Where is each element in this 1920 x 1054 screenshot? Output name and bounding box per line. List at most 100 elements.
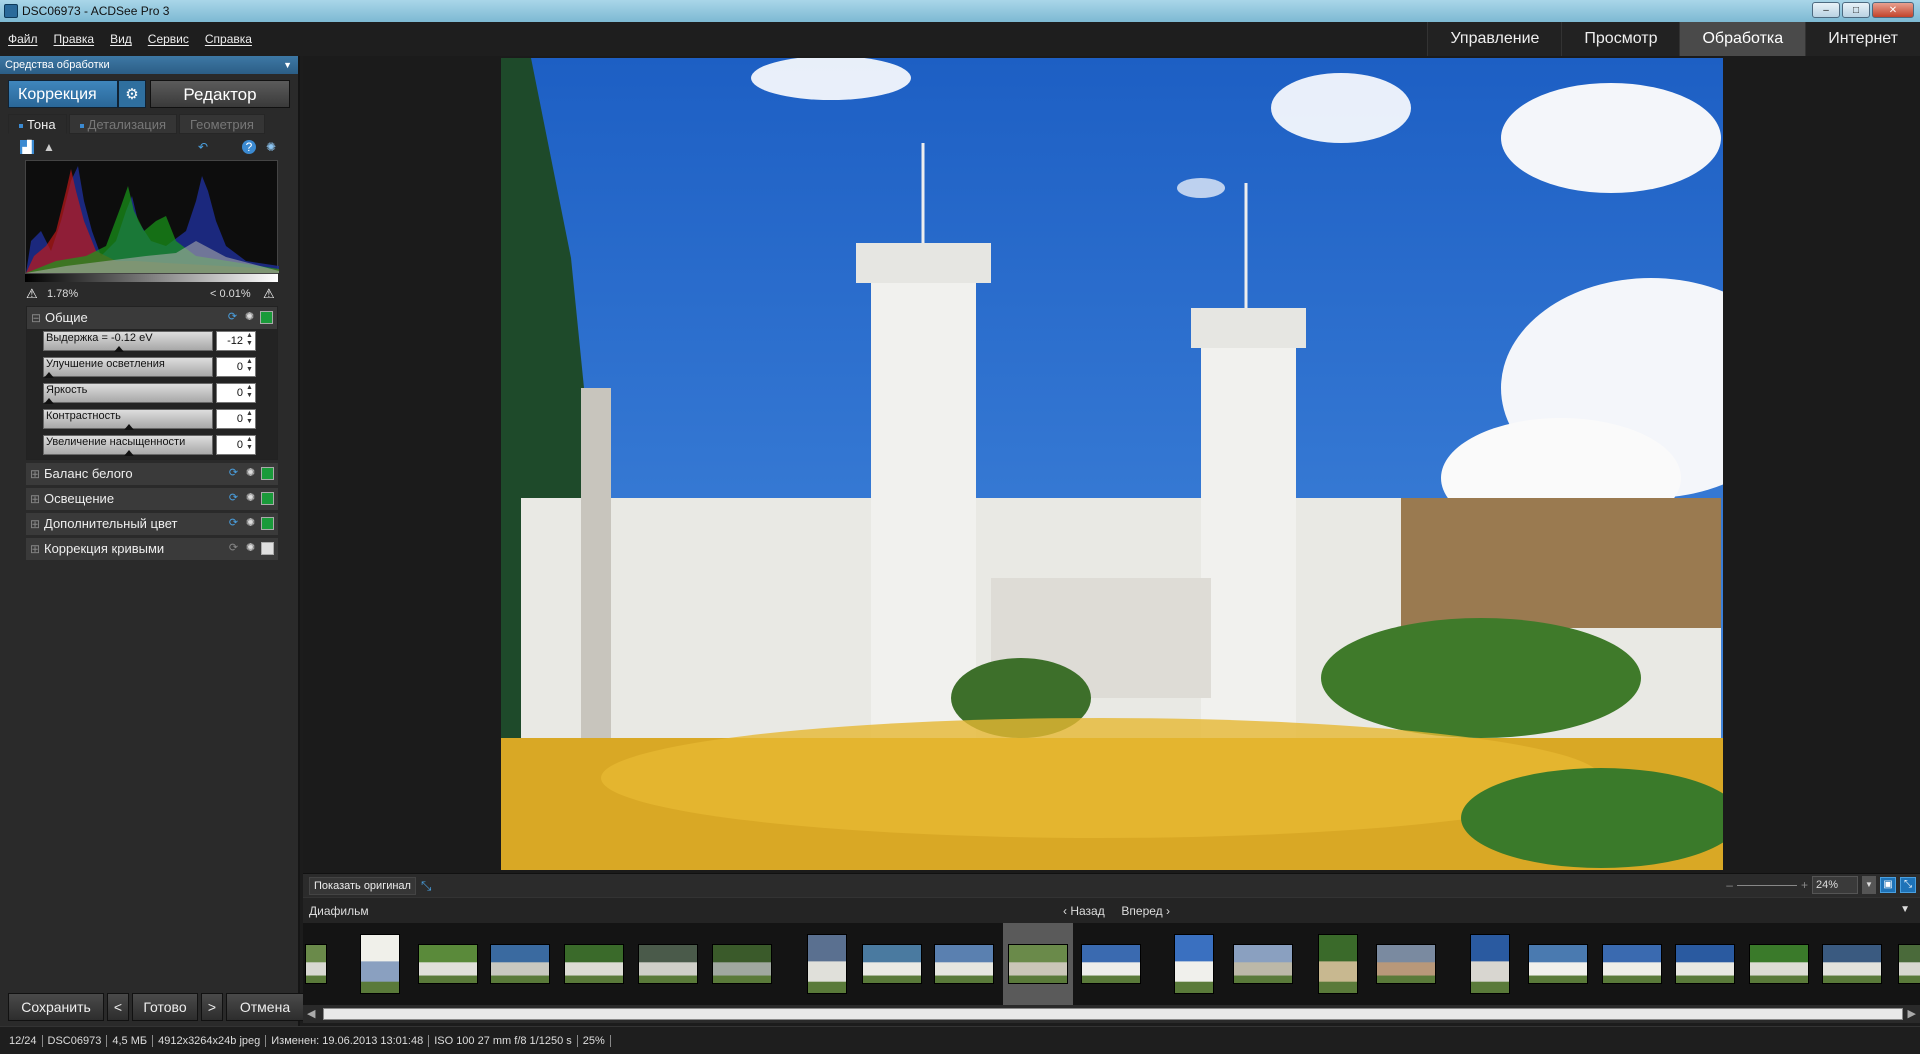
gear-icon[interactable]: ✺: [244, 467, 257, 480]
enable-checkbox[interactable]: [261, 467, 274, 480]
chevron-down-icon[interactable]: ▼: [1900, 904, 1910, 915]
group-header[interactable]: ⊞ Коррекция кривыми ⟳ ✺: [26, 538, 278, 560]
fit-window-icon[interactable]: ⤡: [1900, 877, 1916, 893]
menu-help[interactable]: Справка: [205, 32, 252, 46]
slider-track[interactable]: Улучшение осветления: [43, 357, 213, 378]
tab-detail[interactable]: Детализация: [68, 114, 178, 134]
close-button[interactable]: ✕: [1872, 2, 1914, 18]
filmstrip-thumbnail[interactable]: [1597, 923, 1667, 1005]
filmstrip-thumbnail[interactable]: [1455, 923, 1525, 1005]
zoom-input[interactable]: 24%: [1812, 876, 1858, 894]
group-header[interactable]: ⊞ Дополнительный цвет ⟳ ✺: [26, 513, 278, 535]
next-button[interactable]: >: [201, 993, 223, 1021]
slider-thumb[interactable]: [114, 346, 125, 352]
filmstrip-thumbnail[interactable]: [1371, 923, 1441, 1005]
filmstrip-thumbnail[interactable]: [303, 923, 329, 1005]
collapse-icon[interactable]: ⊟: [31, 307, 41, 329]
group-header[interactable]: ⊞ Баланс белого ⟳ ✺: [26, 463, 278, 485]
scroll-thumb[interactable]: [323, 1008, 1903, 1020]
mode-online[interactable]: Интернет: [1805, 22, 1920, 56]
gear-icon[interactable]: ⚙: [118, 80, 146, 108]
zoom-out-icon[interactable]: –: [1726, 878, 1733, 892]
shadow-clip-warning-icon[interactable]: ⚠: [26, 286, 38, 302]
slider-track[interactable]: Увеличение насыщенности: [43, 435, 213, 456]
menu-edit[interactable]: Правка: [54, 32, 95, 46]
prev-button[interactable]: <: [107, 993, 129, 1021]
zoom-slider[interactable]: [1736, 884, 1797, 886]
filmstrip-thumbnail[interactable]: [413, 923, 483, 1005]
reset-icon[interactable]: ⟳: [227, 492, 240, 505]
spinner-icon[interactable]: ▲ ▼: [246, 384, 253, 400]
filmstrip-thumbnail[interactable]: [707, 923, 777, 1005]
histogram-icon[interactable]: ▟: [20, 140, 34, 154]
enable-checkbox[interactable]: [261, 517, 274, 530]
minimize-button[interactable]: –: [1812, 2, 1840, 18]
undo-icon[interactable]: ↶: [196, 140, 210, 154]
save-button[interactable]: Сохранить: [8, 993, 104, 1021]
filmstrip-thumbnail[interactable]: [559, 923, 629, 1005]
warning-icon[interactable]: ▲: [42, 140, 56, 154]
general-group-header[interactable]: ⊟ Общие ⟳ ✺: [27, 307, 277, 329]
reset-icon[interactable]: ⟳: [226, 311, 239, 324]
scroll-left-icon[interactable]: ◀: [307, 1007, 315, 1020]
menu-tools[interactable]: Сервис: [148, 32, 189, 46]
filmstrip-thumbnail[interactable]: [929, 923, 999, 1005]
zoom-dropdown-icon[interactable]: ▼: [1862, 876, 1876, 894]
slider-track[interactable]: Яркость: [43, 383, 213, 404]
gear-icon[interactable]: ✺: [244, 517, 257, 530]
filmstrip-thumbnail[interactable]: [1228, 923, 1298, 1005]
forward-button[interactable]: Вперед: [1121, 904, 1162, 918]
filmstrip-thumbnail[interactable]: [1744, 923, 1814, 1005]
back-button[interactable]: Назад: [1070, 904, 1104, 918]
group-header[interactable]: ⊞ Освещение ⟳ ✺: [26, 488, 278, 510]
show-original-button[interactable]: Показать оригинал: [309, 877, 416, 895]
expand-icon[interactable]: ⊞: [30, 463, 40, 485]
spinner-icon[interactable]: ▲ ▼: [246, 358, 253, 374]
reset-icon[interactable]: ⟳: [227, 517, 240, 530]
filmstrip-thumbnail[interactable]: [1893, 923, 1920, 1005]
filmstrip-thumbnail[interactable]: [1003, 923, 1073, 1005]
slider-thumb[interactable]: [44, 398, 54, 404]
spinner-icon[interactable]: ▲ ▼: [246, 410, 253, 426]
expand-icon[interactable]: ⊞: [30, 538, 40, 560]
enable-checkbox[interactable]: [260, 311, 273, 324]
filmstrip-thumbnail[interactable]: [1159, 923, 1229, 1005]
spinner-icon[interactable]: ▲ ▼: [246, 332, 253, 348]
slider-thumb[interactable]: [124, 450, 134, 456]
expand-icon[interactable]: ⊞: [30, 513, 40, 535]
tab-tones[interactable]: Тона: [8, 114, 67, 134]
filmstrip-thumbnail[interactable]: [1523, 923, 1593, 1005]
filmstrip-thumbnail[interactable]: [485, 923, 555, 1005]
filmstrip-thumbnail[interactable]: [1076, 923, 1146, 1005]
reset-icon[interactable]: ⟳: [227, 542, 240, 555]
enable-checkbox[interactable]: [261, 492, 274, 505]
slider-thumb[interactable]: [124, 424, 134, 430]
correction-button[interactable]: Коррекция: [8, 80, 118, 108]
mode-manage[interactable]: Управление: [1427, 22, 1562, 56]
filmstrip-scrollbar[interactable]: ◀ ▶: [303, 1005, 1920, 1023]
filmstrip-thumbnail[interactable]: [792, 923, 862, 1005]
slider-thumb[interactable]: [44, 372, 54, 378]
filmstrip-thumbnail[interactable]: [857, 923, 927, 1005]
filmstrip-thumbnail[interactable]: [1670, 923, 1740, 1005]
scroll-right-icon[interactable]: ▶: [1908, 1007, 1916, 1020]
gear-icon[interactable]: ✺: [244, 542, 257, 555]
chevron-down-icon[interactable]: ▼: [283, 56, 292, 74]
gear-icon[interactable]: ✺: [244, 492, 257, 505]
expand-icon[interactable]: ⊞: [30, 488, 40, 510]
highlight-clip-warning-icon[interactable]: ⚠: [263, 286, 275, 302]
spinner-icon[interactable]: ▲ ▼: [246, 436, 253, 452]
slider-track[interactable]: Контрастность: [43, 409, 213, 430]
maximize-button[interactable]: □: [1842, 2, 1870, 18]
tab-geometry[interactable]: Геометрия: [179, 114, 265, 134]
gear-icon[interactable]: ✺: [243, 311, 256, 324]
slider-track[interactable]: Выдержка = -0.12 eV: [43, 331, 213, 352]
settings-icon[interactable]: ✺: [264, 140, 278, 154]
mode-process[interactable]: Обработка: [1679, 22, 1806, 56]
zoom-in-icon[interactable]: +: [1801, 878, 1808, 892]
filmstrip-thumbnail[interactable]: [1817, 923, 1887, 1005]
help-icon[interactable]: ?: [242, 140, 256, 154]
cancel-button[interactable]: Отмена: [226, 993, 304, 1021]
menu-view[interactable]: Вид: [110, 32, 132, 46]
done-button[interactable]: Готово: [132, 993, 198, 1021]
